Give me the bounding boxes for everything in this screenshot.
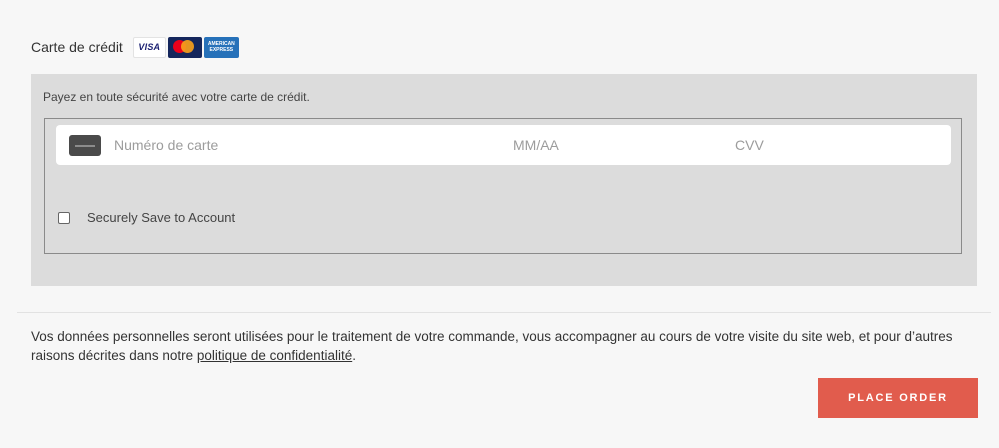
payment-box: Payez en toute sécurité avec votre carte… [31,74,977,286]
cvv-input[interactable]: CVV [735,137,764,153]
privacy-text-before: Vos données personnelles seront utilisée… [31,329,953,363]
card-input-group[interactable]: Numéro de carte MM/AA CVV [56,125,951,165]
privacy-policy-link[interactable]: politique de confidentialité [197,348,352,363]
checkout-payment-section: Carte de crédit VISA AMERICAN EXPRESS Pa… [0,0,999,448]
mastercard-yellow-circle [180,39,194,53]
credit-card-icon [69,135,101,156]
save-to-account-row[interactable]: Securely Save to Account [58,210,235,225]
mastercard-logo [167,36,202,58]
american-express-logo: AMERICAN EXPRESS [203,36,239,58]
card-fieldset: Numéro de carte MM/AA CVV Securely Save … [44,118,962,254]
expiry-input[interactable]: MM/AA [513,137,559,153]
save-to-account-label[interactable]: Securely Save to Account [87,210,235,225]
save-to-account-checkbox[interactable] [58,211,70,224]
card-number-input[interactable]: Numéro de carte [114,137,218,153]
privacy-text-after: . [352,348,356,363]
visa-logo: VISA [132,36,166,58]
divider [17,312,991,313]
payment-method-label[interactable]: Carte de crédit [31,39,123,55]
payment-method-header[interactable]: Carte de crédit VISA AMERICAN EXPRESS [31,36,241,58]
secure-payment-text: Payez en toute sécurité avec votre carte… [43,90,310,104]
place-order-button[interactable]: PLACE ORDER [818,378,978,418]
privacy-notice: Vos données personnelles seront utilisée… [31,327,981,365]
